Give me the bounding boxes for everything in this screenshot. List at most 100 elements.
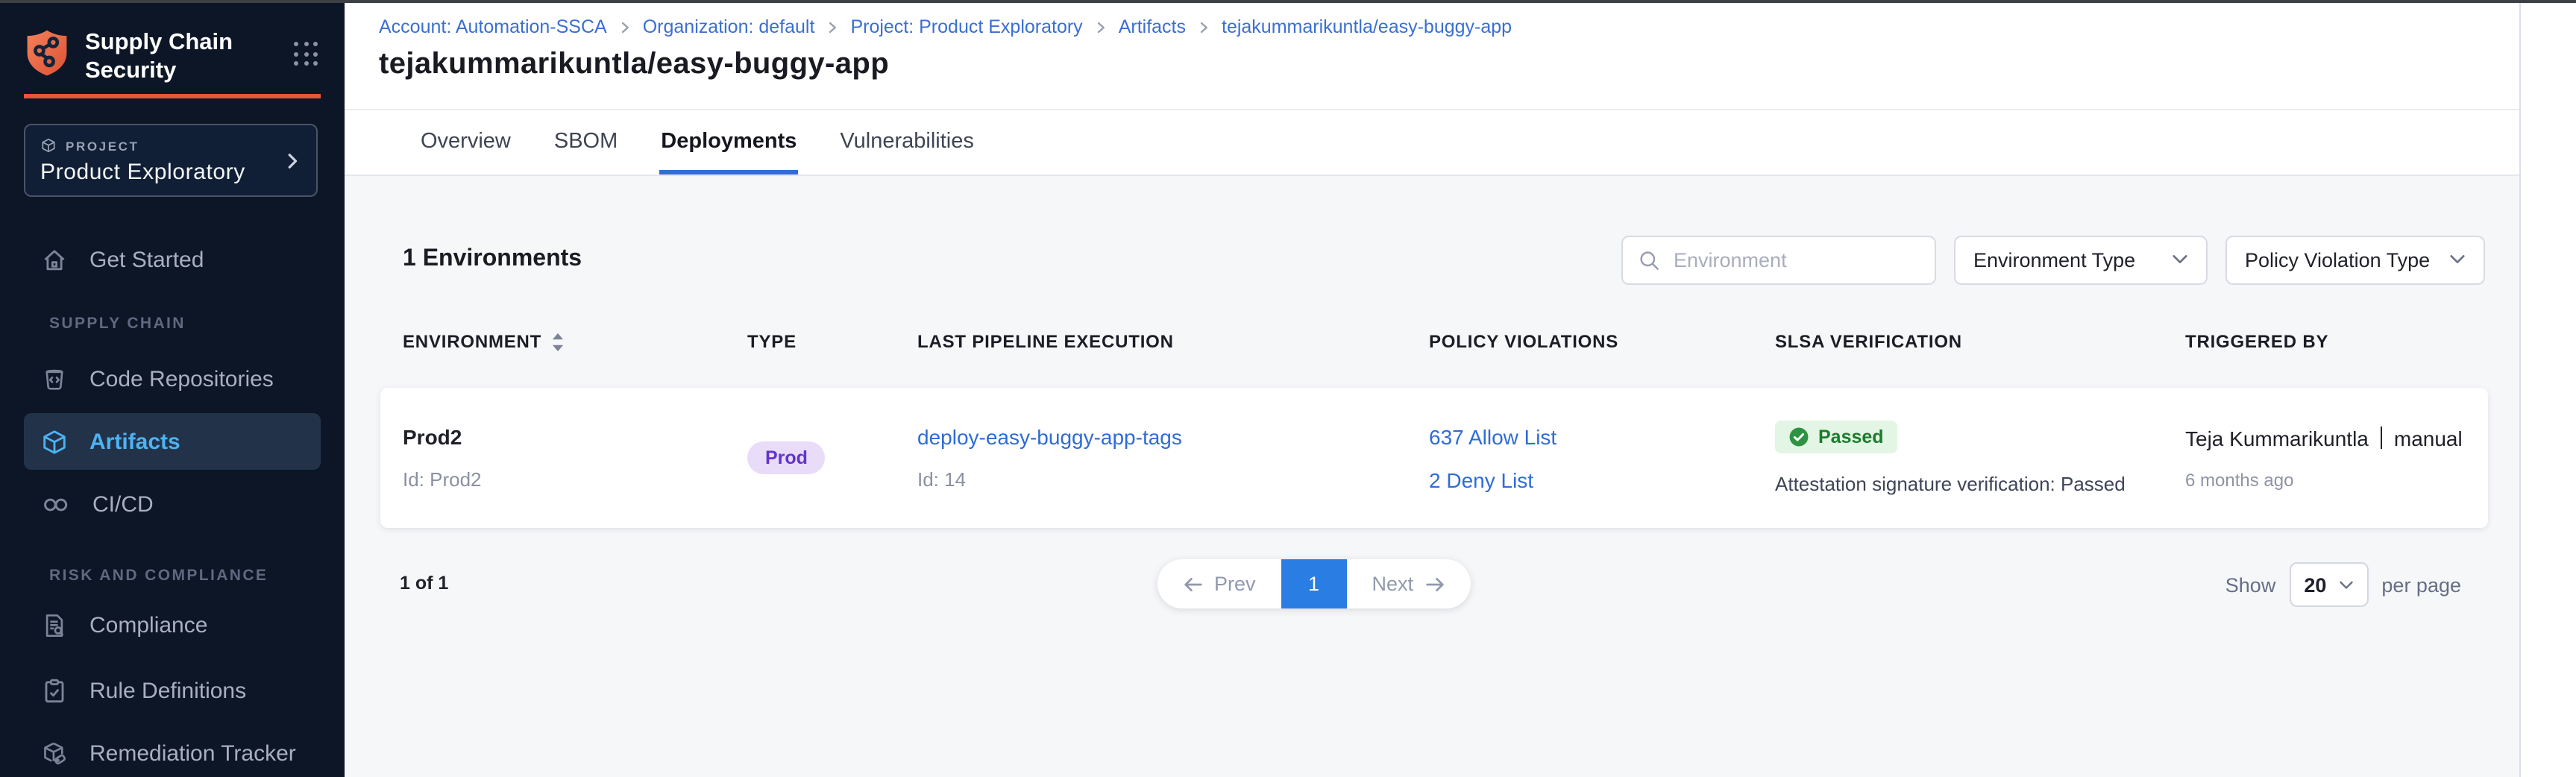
deployments-content: 1 Environments Environment Type <box>345 176 2519 777</box>
infinity-icon <box>40 490 72 518</box>
breadcrumb-project[interactable]: Project: Product Exploratory <box>850 16 1082 37</box>
app-title: Supply Chain Security <box>85 28 261 85</box>
tab-sbom[interactable]: SBOM <box>553 112 619 174</box>
divider <box>2381 427 2382 449</box>
right-panel-gutter <box>2519 3 2576 777</box>
clipboard-check-icon <box>40 676 69 705</box>
next-page-button[interactable]: Next <box>1347 559 1471 608</box>
environment-cell: Prod2 Id: Prod2 <box>403 388 747 528</box>
sidebar-item-label: Get Started <box>89 247 204 272</box>
sidebar-item-artifacts[interactable]: Artifacts <box>24 413 321 470</box>
arrow-left-icon <box>1183 575 1204 593</box>
show-label: Show <box>2225 573 2276 596</box>
sidebar-item-compliance[interactable]: Compliance <box>24 605 321 644</box>
breadcrumb-organization[interactable]: Organization: default <box>643 16 815 37</box>
supply-chain-security-logo-icon <box>24 28 70 78</box>
toolbar: 1 Environments Environment Type <box>403 234 2485 285</box>
tab-deployments[interactable]: Deployments <box>659 112 798 174</box>
column-header-slsa-verification: SLSA VERIFICATION <box>1775 331 2185 352</box>
tab-overview[interactable]: Overview <box>419 112 512 174</box>
sidebar: Supply Chain Security PROJECT Product Ex… <box>0 3 345 777</box>
prev-page-button[interactable]: Prev <box>1157 559 1281 608</box>
page-size-control: Show 20 per page <box>2225 562 2461 607</box>
sort-icon[interactable] <box>550 332 565 351</box>
triggered-time: 6 months ago <box>2185 469 2488 490</box>
table-header-row: ENVIRONMENT TYPE LAST PIPELINE EXECUTION… <box>403 331 2485 352</box>
app-window: Supply Chain Security PROJECT Product Ex… <box>0 0 2576 777</box>
project-name: Product Exploratory <box>40 160 301 185</box>
sidebar-item-remediation-tracker[interactable]: Remediation Tracker <box>24 734 321 773</box>
column-header-triggered-by: TRIGGERED BY <box>2185 331 2485 352</box>
pagination: Prev 1 Next <box>1157 559 1470 608</box>
page-number-button[interactable]: 1 <box>1281 559 1347 608</box>
pipeline-id: Id: 14 <box>917 468 1429 491</box>
chevron-down-icon <box>2172 254 2188 265</box>
sidebar-item-label: Code Repositories <box>89 366 274 391</box>
column-header-type: TYPE <box>747 331 917 352</box>
chevron-down-icon <box>2338 579 2353 590</box>
pagination-summary: 1 of 1 <box>400 573 448 594</box>
sidebar-item-code-repositories[interactable]: Code Repositories <box>24 359 321 398</box>
environment-row[interactable]: Prod2 Id: Prod2 Prod deploy-easy-buggy-a… <box>380 388 2488 528</box>
slsa-verification-cell: Passed Attestation signature verificatio… <box>1775 388 2185 528</box>
chevron-right-icon <box>619 21 631 34</box>
sidebar-item-label: Artifacts <box>89 429 180 454</box>
check-circle-icon <box>1788 427 1809 447</box>
policy-violations-cell: 637 Allow List 2 Deny List <box>1429 388 1775 528</box>
chevron-right-icon <box>1095 21 1107 34</box>
chevron-right-icon <box>1198 21 1210 34</box>
sidebar-item-get-started[interactable]: Get Started <box>24 240 321 279</box>
pipeline-link[interactable]: deploy-easy-buggy-app-tags <box>917 425 1429 449</box>
document-search-icon <box>40 611 69 639</box>
environment-search <box>1621 235 1936 284</box>
search-icon <box>1638 248 1660 271</box>
project-selector[interactable]: PROJECT Product Exploratory <box>24 124 318 197</box>
sidebar-section-supply-chain: SUPPLY CHAIN <box>49 315 186 333</box>
environment-search-input[interactable] <box>1671 247 1941 272</box>
module-grid-icon[interactable] <box>294 42 321 69</box>
breadcrumb: Account: Automation-SSCA Organization: d… <box>379 16 1512 37</box>
breadcrumb-artifact-name[interactable]: tejakummarikuntla/easy-buggy-app <box>1222 16 1512 37</box>
triggered-by-cell: Teja Kummarikuntla manual 6 months ago <box>2185 388 2488 528</box>
slsa-status-badge: Passed <box>1775 421 1897 453</box>
triggered-by-name: Teja Kummarikuntla <box>2185 426 2369 450</box>
sidebar-item-rule-definitions[interactable]: Rule Definitions <box>24 671 321 710</box>
environment-type-filter[interactable]: Environment Type <box>1954 235 2208 284</box>
column-header-policy-violations: POLICY VIOLATIONS <box>1429 331 1775 352</box>
type-cell: Prod <box>747 388 917 528</box>
breadcrumb-artifacts[interactable]: Artifacts <box>1119 16 1186 37</box>
box-tag-icon <box>40 739 69 767</box>
code-repository-icon <box>40 365 69 393</box>
sidebar-item-label: Rule Definitions <box>89 678 246 703</box>
breadcrumb-account[interactable]: Account: Automation-SSCA <box>379 16 607 37</box>
chevron-right-icon <box>826 21 838 34</box>
tab-bar: Overview SBOM Deployments Vulnerabilitie… <box>345 112 2519 176</box>
window-top-edge <box>0 0 2576 3</box>
home-icon <box>40 245 69 274</box>
sidebar-item-label: Remediation Tracker <box>89 740 296 766</box>
allow-list-link[interactable]: 637 Allow List <box>1429 424 1775 448</box>
chevron-right-icon <box>283 151 301 172</box>
per-page-label: per page <box>2381 573 2461 596</box>
arrow-right-icon <box>1424 575 1445 593</box>
sidebar-section-risk-and-compliance: RISK AND COMPLIANCE <box>49 567 268 585</box>
environment-name: Prod2 <box>403 425 747 449</box>
cube-icon <box>40 137 57 154</box>
tab-vulnerabilities[interactable]: Vulnerabilities <box>838 112 975 174</box>
page-size-select[interactable]: 20 <box>2289 562 2368 607</box>
sidebar-item-cicd[interactable]: CI/CD <box>24 485 321 523</box>
slsa-detail: Attestation signature verification: Pass… <box>1775 473 2185 495</box>
sidebar-item-label: Compliance <box>89 612 207 638</box>
project-label: PROJECT <box>66 138 139 153</box>
trigger-type: manual <box>2394 426 2463 450</box>
environments-count-heading: 1 Environments <box>403 246 582 273</box>
environment-id: Id: Prod2 <box>403 468 747 491</box>
deny-list-link[interactable]: 2 Deny List <box>1429 468 1775 491</box>
policy-violation-type-filter[interactable]: Policy Violation Type <box>2225 235 2485 284</box>
pipeline-cell: deploy-easy-buggy-app-tags Id: 14 <box>917 388 1429 528</box>
page-header: Account: Automation-SSCA Organization: d… <box>345 3 2519 110</box>
page-title: tejakummarikuntla/easy-buggy-app <box>379 48 889 82</box>
app-logo-row[interactable]: Supply Chain Security <box>24 28 321 85</box>
column-header-environment[interactable]: ENVIRONMENT <box>403 331 747 352</box>
chevron-down-icon <box>2449 254 2466 265</box>
